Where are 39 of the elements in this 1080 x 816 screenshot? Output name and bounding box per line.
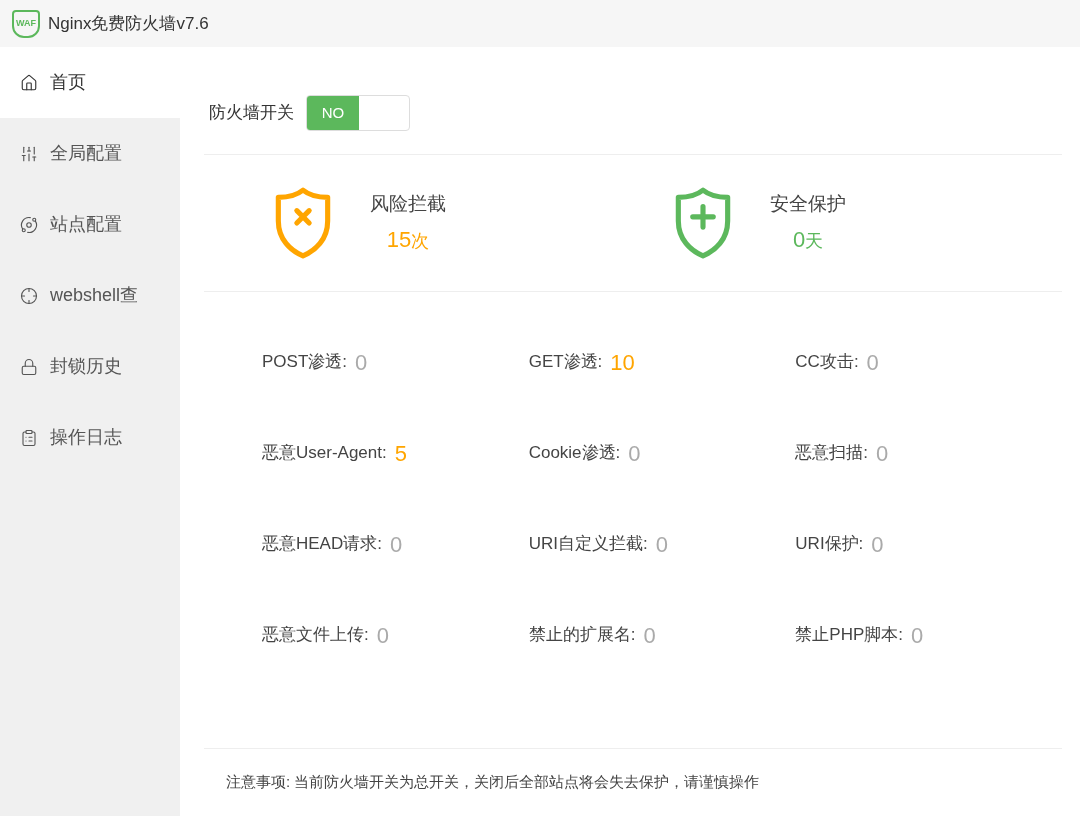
stat-value: 0	[871, 530, 884, 559]
stat-label: CC攻击:	[795, 351, 859, 374]
stat-value: 0	[911, 621, 924, 650]
stat-label: 恶意User-Agent:	[262, 442, 387, 465]
stat-label: POST渗透:	[262, 351, 347, 374]
stat-label: GET渗透:	[528, 351, 603, 374]
stat-label: URI保护:	[795, 533, 864, 556]
sidebar-item[interactable]: 首页	[0, 47, 180, 118]
stat-label: 恶意文件上传:	[262, 624, 369, 647]
stat-value: 0	[655, 530, 668, 559]
window-title: Nginx免费防火墙v7.6	[48, 12, 209, 35]
crosshair-icon	[20, 286, 38, 305]
stat-label: URI自定义拦截:	[528, 533, 648, 556]
lock-icon	[20, 357, 38, 376]
stat-label: 恶意扫描:	[795, 442, 869, 465]
orbit-icon	[20, 215, 38, 234]
stat-value: 0	[876, 439, 889, 468]
notice-text: 注意事项: 当前防火墙开关为总开关，关闭后全部站点将会失去保护，请谨慎操作	[226, 772, 760, 793]
summary-title: 安全保护	[770, 192, 846, 217]
stat-value: 10	[610, 348, 635, 377]
stat-value: 0	[866, 348, 879, 377]
stat-value: 0	[355, 348, 368, 377]
stat-label: 恶意HEAD请求:	[262, 533, 382, 556]
sliders-icon	[20, 144, 38, 163]
firewall-switch-label: 防火墙开关	[209, 102, 294, 125]
home-icon	[20, 73, 38, 92]
clipboard-icon	[20, 428, 38, 447]
stat-value: 5	[394, 439, 407, 468]
stat-label: 禁止的扩展名:	[528, 624, 636, 647]
summary-title: 风险拦截	[370, 192, 446, 217]
stat-value: 0	[389, 530, 403, 559]
stat-value: 0	[628, 439, 641, 468]
stat-label: Cookie渗透:	[528, 442, 621, 465]
summary-value: 0天	[792, 225, 824, 254]
stat-value: 0	[643, 621, 656, 650]
stat-value: 0	[376, 621, 389, 650]
summary-value: 15次	[386, 225, 430, 254]
stat-label: 禁止PHP脚本:	[795, 624, 903, 647]
waf-logo: WAF	[12, 9, 40, 38]
